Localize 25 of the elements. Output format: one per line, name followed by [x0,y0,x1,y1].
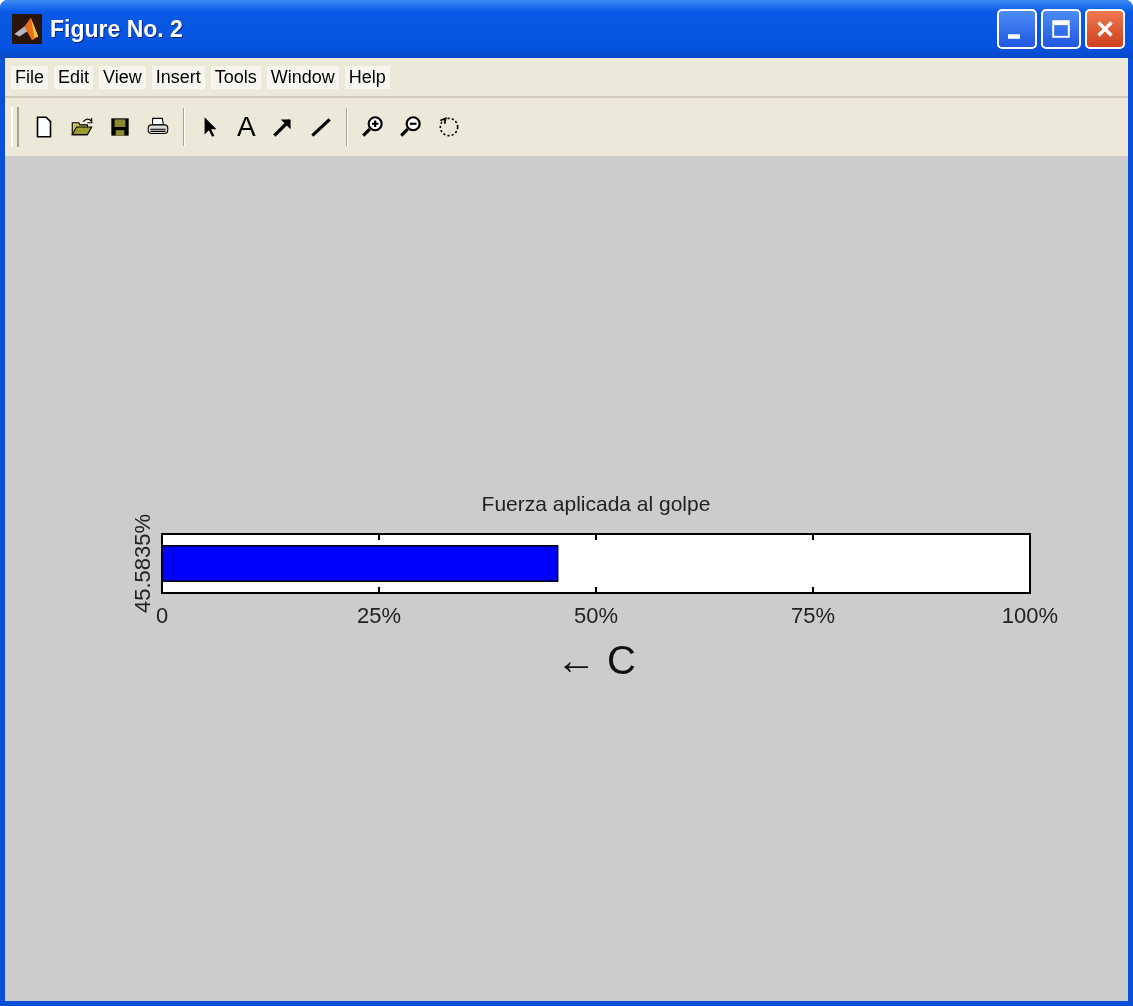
menu-item[interactable]: Tools [210,65,261,89]
tick-label: 25% [357,603,401,628]
tick-label: 50% [574,603,618,628]
menu-item[interactable]: Help [344,65,390,89]
close-button[interactable] [1085,9,1125,49]
minimize-button[interactable] [997,9,1037,49]
tick-label: 75% [791,603,835,628]
menu-item[interactable]: View [99,65,146,89]
tick-label: 100% [1001,603,1059,628]
menu-item[interactable]: Edit [54,65,94,89]
tick-label: 45.5835% [130,513,155,614]
menu-item[interactable]: Window [266,65,339,89]
window-title: Figure No. 2 [50,15,184,43]
minimize-icon [1008,33,1020,39]
zoom-in-icon[interactable] [359,114,386,140]
zoom-out-icon[interactable] [397,114,424,140]
tick-label: 0 [155,603,169,628]
chart-title: Fuerza aplicada al golpe [481,492,711,515]
text-tool-button[interactable]: A [235,113,258,141]
toolbar-grip[interactable] [11,107,19,147]
maximize-button[interactable] [1041,9,1081,49]
menu-item[interactable]: Insert [151,65,205,89]
menu-item[interactable]: File [11,65,48,89]
axis-label: ← C [556,638,636,682]
logo-icon [12,14,42,44]
